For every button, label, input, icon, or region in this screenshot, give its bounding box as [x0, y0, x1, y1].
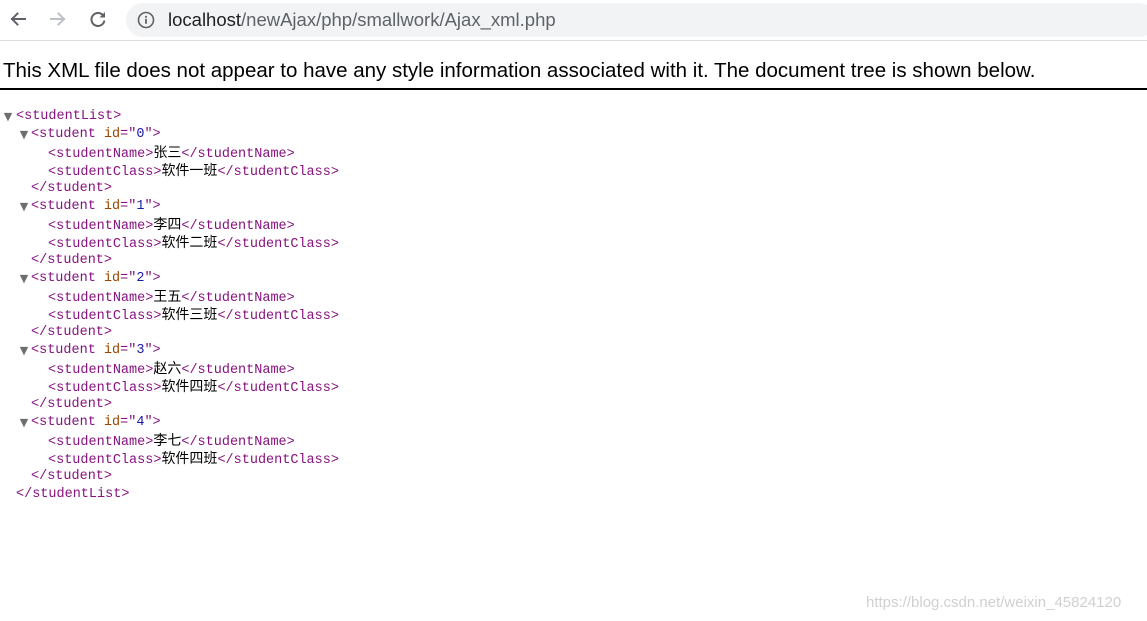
browser-toolbar: localhost/newAjax/php/smallwork/Ajax_xml…	[0, 0, 1147, 41]
back-button[interactable]	[3, 4, 33, 34]
xml-root-open: ▼ <studentList>	[0, 108, 1147, 126]
xml-student-open: ▼ <student id="2">	[0, 270, 1147, 288]
xml-tag: <studentList>	[16, 109, 122, 124]
xml-line-content: </student>	[31, 253, 113, 268]
xml-tag: <student	[31, 271, 96, 286]
xml-tag: <student	[31, 415, 96, 430]
xml-student-open: ▼ <student id="1">	[0, 198, 1147, 216]
xml-student-name: <studentName>赵六</studentName>	[0, 360, 1147, 378]
triangle-down-icon[interactable]: ▼	[18, 414, 30, 432]
forward-button[interactable]	[43, 4, 73, 34]
xml-student-open: ▼ <student id="3">	[0, 342, 1147, 360]
xml-tag: <student	[31, 127, 96, 142]
xml-line-content: </student>	[31, 469, 113, 484]
xml-line-content: <studentName>李四</studentName>	[48, 217, 295, 234]
xml-student-class: <studentClass>软件一班</studentClass>	[0, 162, 1147, 180]
xml-student-name: <studentName>李四</studentName>	[0, 216, 1147, 234]
xml-student-class: <studentClass>软件二班</studentClass>	[0, 234, 1147, 252]
xml-line-content: <studentClass>软件四班</studentClass>	[48, 451, 339, 468]
xml-line-content: </student>	[31, 181, 113, 196]
xml-line-content: <studentName>李七</studentName>	[48, 433, 295, 450]
xml-style-notice-text: This XML file does not appear to have an…	[3, 59, 1036, 82]
triangle-down-icon[interactable]: ▼	[18, 342, 30, 360]
xml-style-notice: This XML file does not appear to have an…	[0, 56, 1147, 90]
arrow-right-icon	[50, 12, 66, 26]
xml-tree: ▼ <studentList> ▼ <student id="0"> <studentN…	[0, 108, 1147, 504]
xml-line-content: <studentName>张三</studentName>	[48, 145, 295, 162]
xml-line-content: <studentName>赵六</studentName>	[48, 361, 295, 378]
student-class: 软件一班	[161, 163, 218, 179]
xml-student-name: <studentName>王五</studentName>	[0, 288, 1147, 306]
xml-tag: <student	[31, 199, 96, 214]
student-class: 软件二班	[161, 235, 218, 251]
student-name: 李四	[153, 217, 182, 233]
xml-line-content: <studentList>	[16, 108, 121, 126]
arrow-left-icon	[10, 12, 26, 26]
xml-attr-name: id	[103, 271, 121, 286]
reload-button[interactable]	[83, 4, 113, 34]
xml-line-content: <student id="0">	[31, 127, 161, 142]
reload-icon	[90, 12, 106, 27]
xml-student-open: ▼ <student id="4">	[0, 414, 1147, 432]
address-bar[interactable]: localhost/newAjax/php/smallwork/Ajax_xml…	[126, 3, 1147, 37]
xml-student-name: <studentName>李七</studentName>	[0, 432, 1147, 450]
student-name: 张三	[153, 145, 182, 161]
xml-line-content: </student>	[31, 325, 113, 340]
student-name: 赵六	[153, 361, 182, 377]
xml-attr-name: id	[103, 415, 121, 430]
xml-attr-name: id	[103, 127, 121, 142]
triangle-down-icon[interactable]: ▼	[18, 198, 30, 216]
xml-tag: <student	[31, 343, 96, 358]
xml-line-content: <studentClass>软件二班</studentClass>	[48, 235, 339, 252]
xml-student-close: </student>	[0, 180, 1147, 198]
xml-student-class: <studentClass>软件三班</studentClass>	[0, 306, 1147, 324]
xml-line-content: </studentList>	[16, 487, 130, 502]
xml-student-close: </student>	[0, 396, 1147, 414]
xml-attr-name: id	[103, 199, 121, 214]
xml-student-name: <studentName>张三</studentName>	[0, 144, 1147, 162]
url-host: localhost	[168, 9, 242, 30]
xml-student-class: <studentClass>软件四班</studentClass>	[0, 378, 1147, 396]
xml-attr-name: id	[103, 343, 121, 358]
info-circle-icon[interactable]	[137, 11, 155, 29]
student-class: 软件三班	[161, 307, 218, 323]
student-class: 软件四班	[161, 379, 218, 395]
xml-line-content: <studentClass>软件一班</studentClass>	[48, 163, 339, 180]
xml-line-content: <student id="2">	[31, 271, 161, 286]
xml-line-content: <student id="4">	[31, 415, 161, 430]
triangle-down-icon[interactable]: ▼	[2, 108, 14, 126]
xml-line-content: <studentName>王五</studentName>	[48, 289, 295, 306]
xml-line-content: <student id="1">	[31, 199, 161, 214]
triangle-down-icon[interactable]: ▼	[18, 126, 30, 144]
student-class: 软件四班	[161, 451, 218, 467]
triangle-down-icon[interactable]: ▼	[18, 270, 30, 288]
xml-line-content: </student>	[31, 397, 113, 412]
xml-line-content: <studentClass>软件四班</studentClass>	[48, 379, 339, 396]
watermark-text: https://blog.csdn.net/weixin_45824120	[866, 594, 1122, 611]
student-name: 王五	[153, 289, 182, 305]
student-name: 李七	[153, 433, 182, 449]
xml-student-open: ▼ <student id="0">	[0, 126, 1147, 144]
xml-line-content: <studentClass>软件三班</studentClass>	[48, 307, 339, 324]
xml-student-close: </student>	[0, 468, 1147, 486]
xml-line-content: <student id="3">	[31, 343, 161, 358]
url-text[interactable]: localhost/newAjax/php/smallwork/Ajax_xml…	[168, 9, 556, 31]
xml-student-close: </student>	[0, 324, 1147, 342]
xml-student-class: <studentClass>软件四班</studentClass>	[0, 450, 1147, 468]
url-path: /newAjax/php/smallwork/Ajax_xml.php	[241, 9, 556, 30]
xml-root-close: </studentList>	[0, 486, 1147, 504]
xml-student-close: </student>	[0, 252, 1147, 270]
